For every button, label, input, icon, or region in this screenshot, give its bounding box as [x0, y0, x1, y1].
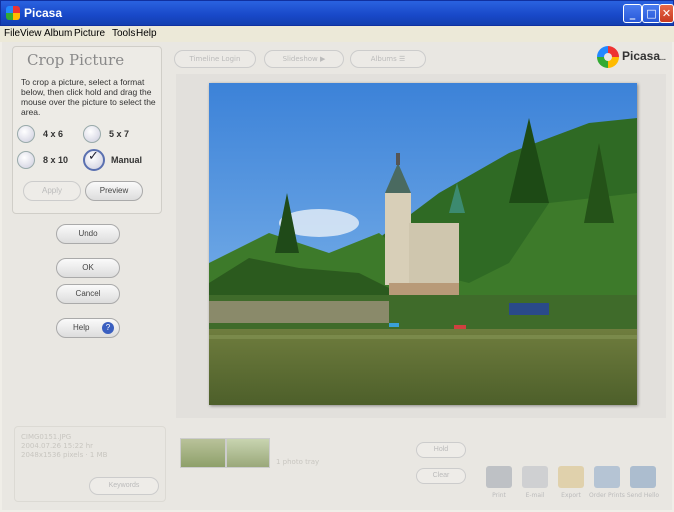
- photo-image[interactable]: [209, 83, 637, 405]
- crop-instructions: To crop a picture, select a format below…: [21, 77, 156, 117]
- close-button[interactable]: ✕: [659, 4, 674, 23]
- info-size: 2048x1536 pixels · 1 MB: [21, 451, 108, 459]
- menu-picture[interactable]: Picture: [74, 28, 105, 39]
- send-hello-label: Send Hello: [626, 492, 660, 499]
- albums-label: Albums: [370, 55, 397, 63]
- lake-castle-photo: [209, 83, 637, 405]
- app-body: Timeline Login Slideshow ▶ Albums ☰ Pica…: [2, 42, 672, 510]
- radio-label-4x6: 4 x 6: [43, 129, 64, 139]
- undo-button[interactable]: Undo: [56, 224, 120, 244]
- albums-icon: ☰: [399, 55, 406, 63]
- ok-button[interactable]: OK: [56, 258, 120, 278]
- send-hello-icon[interactable]: [630, 466, 656, 488]
- slideshow-label: Slideshow: [282, 55, 318, 63]
- hold-button[interactable]: Hold: [416, 442, 466, 458]
- print-label: Print: [492, 492, 506, 499]
- brand-text: Picasa...: [622, 49, 666, 63]
- timeline-label: Timeline: [189, 55, 220, 63]
- picasa-logo-icon: [597, 46, 619, 68]
- minimize-button[interactable]: _: [623, 4, 642, 23]
- help-button[interactable]: Help ?: [56, 318, 120, 338]
- radio-label-8x10: 8 x 10: [43, 155, 69, 165]
- window-title: Picasa: [24, 6, 63, 20]
- menu-tools[interactable]: Tools: [112, 28, 135, 39]
- timeline-button[interactable]: Timeline Login: [174, 50, 256, 68]
- order-prints-label: Order Prints: [589, 492, 625, 499]
- order-prints-icon[interactable]: [594, 466, 620, 488]
- slideshow-button[interactable]: Slideshow ▶: [264, 50, 344, 68]
- radio-4x6[interactable]: [17, 125, 35, 143]
- radio-label-5x7: 5 x 7: [109, 129, 130, 139]
- menu-album[interactable]: Album: [44, 28, 72, 39]
- email-label: E-mail: [525, 492, 545, 499]
- play-icon: ▶: [320, 55, 326, 63]
- clear-button[interactable]: Clear: [416, 468, 466, 484]
- menu-bar: File View Album Picture Tools Help: [0, 26, 674, 42]
- photo-info-panel: CIMG0151.JPG 2004.07.26 15:22 hr 2048x15…: [14, 426, 166, 502]
- info-date: 2004.07.26 15:22 hr: [21, 442, 94, 450]
- export-label: Export: [561, 492, 581, 499]
- radio-8x10[interactable]: [17, 151, 35, 169]
- login-badge: Login: [221, 55, 241, 63]
- keywords-button[interactable]: Keywords: [89, 477, 159, 495]
- apply-button[interactable]: Apply: [23, 181, 81, 201]
- radio-5x7[interactable]: [83, 125, 101, 143]
- cancel-button[interactable]: Cancel: [56, 284, 120, 304]
- tray-thumbnail-1[interactable]: [180, 438, 226, 468]
- menu-help[interactable]: Help: [136, 28, 157, 39]
- menu-view[interactable]: View: [20, 28, 42, 39]
- albums-button[interactable]: Albums ☰: [350, 50, 426, 68]
- radio-manual[interactable]: [83, 149, 105, 171]
- picasa-app-icon: [6, 6, 20, 20]
- help-label: Help: [73, 323, 90, 332]
- preview-button[interactable]: Preview: [85, 181, 143, 201]
- menu-file[interactable]: File: [4, 28, 20, 39]
- tray-count: 1 photo tray: [276, 458, 320, 466]
- title-bar: Picasa _ □ ✕: [0, 0, 674, 26]
- tray-thumbnail-2[interactable]: [226, 438, 270, 468]
- crop-title: Crop Picture: [27, 51, 125, 69]
- print-icon[interactable]: [486, 466, 512, 488]
- info-filename: CIMG0151.JPG: [21, 433, 72, 441]
- email-icon[interactable]: [522, 466, 548, 488]
- radio-label-manual: Manual: [111, 155, 143, 165]
- help-icon: ?: [102, 322, 114, 334]
- crop-panel: Crop Picture To crop a picture, select a…: [12, 46, 162, 214]
- photo-info-text: CIMG0151.JPG 2004.07.26 15:22 hr 2048x15…: [21, 433, 107, 460]
- export-icon[interactable]: [558, 466, 584, 488]
